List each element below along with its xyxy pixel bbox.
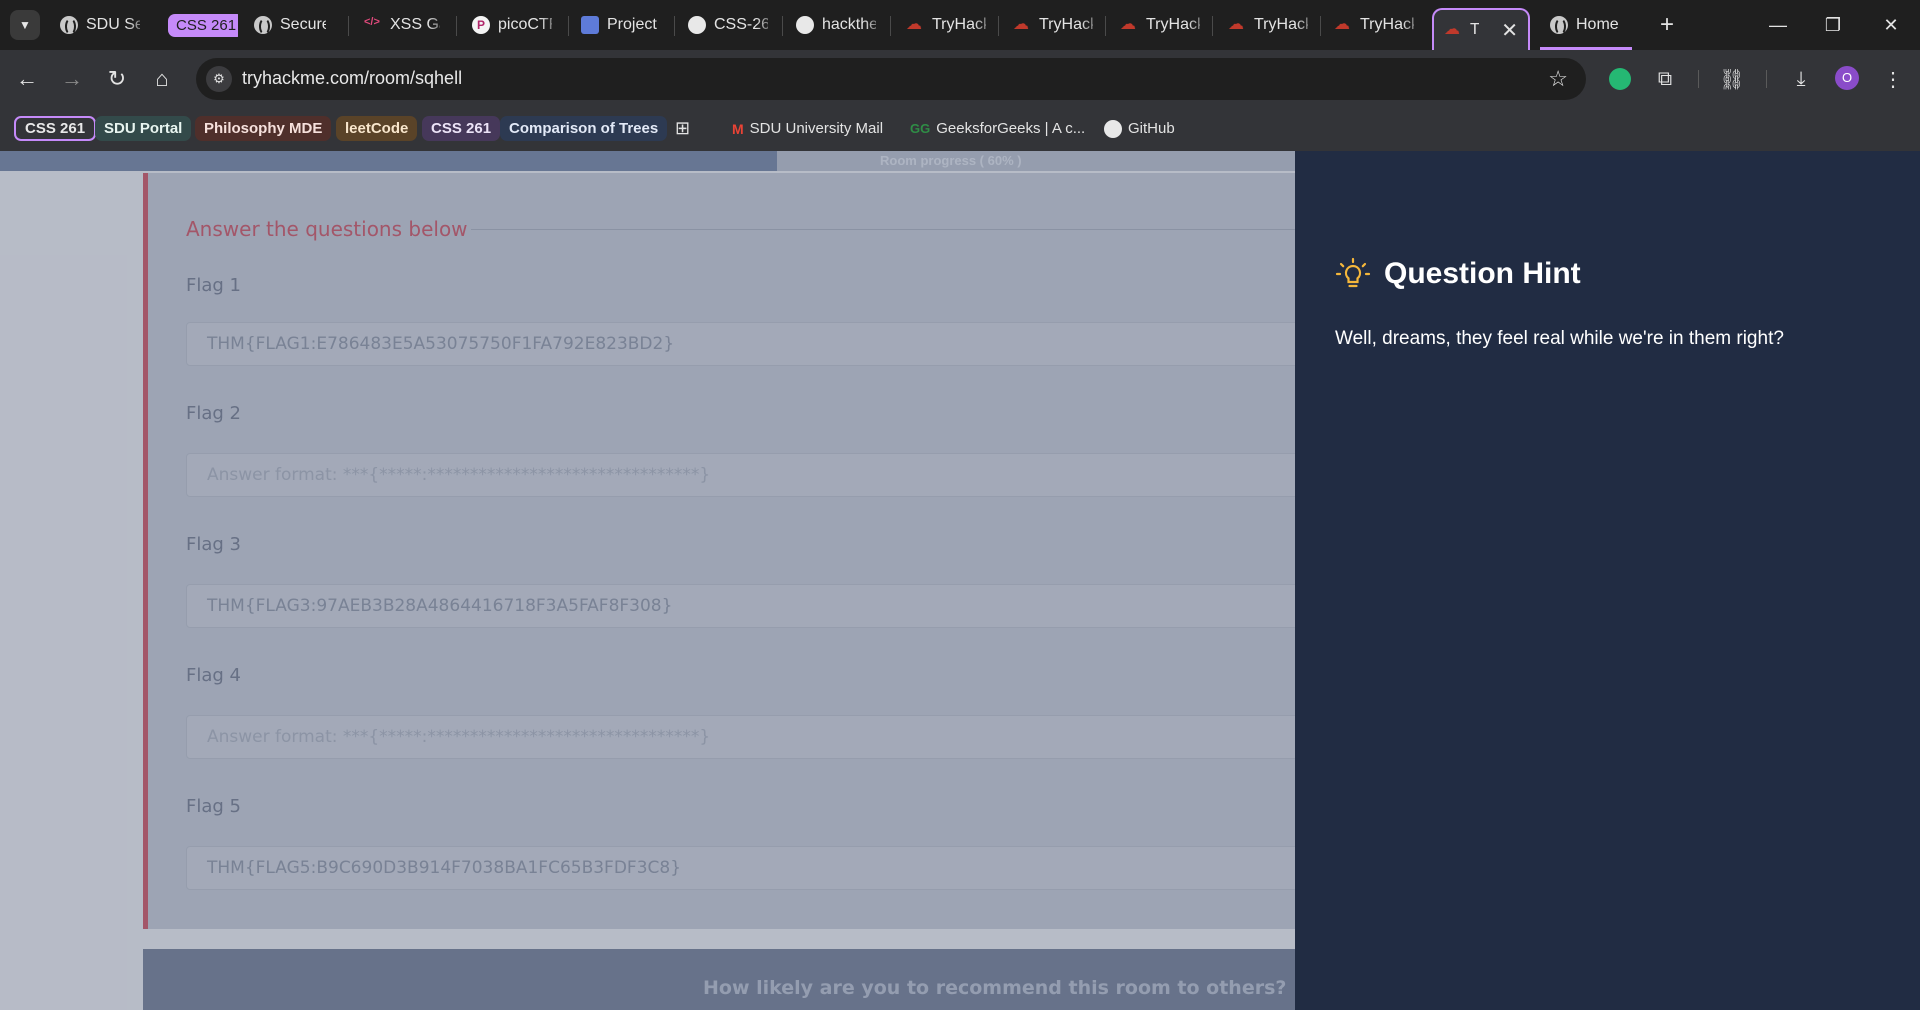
tab-css-26[interactable]: CSS-26	[678, 8, 778, 42]
home-icon[interactable]: ⌂	[145, 62, 179, 96]
tab-search-button[interactable]: ▼	[10, 10, 40, 40]
bookmark-philosophy-mde[interactable]: Philosophy MDE	[195, 115, 332, 142]
globe-icon	[254, 16, 272, 35]
new-tab-button[interactable]: +	[1652, 10, 1682, 40]
tryhackme-icon: ☁	[1444, 21, 1460, 38]
download-icon[interactable]: ⤓	[1784, 62, 1818, 96]
bookmark-sdu-mail[interactable]: M SDU University Mail	[732, 115, 883, 142]
chevron-down-icon: ▼	[19, 18, 31, 32]
gmail-icon: M	[732, 120, 744, 137]
tryhackme-icon: ☁	[1228, 16, 1244, 33]
tab-picoctf[interactable]: P picoCTF	[462, 8, 562, 42]
bookmark-label: Comparison of Trees	[500, 116, 668, 141]
tab-strip: ▼ SDU Se CSS 261 Secure </> XSS Ga P pic…	[0, 0, 1920, 50]
tab-tryhackme-active[interactable]: ☁ Try ✕	[1432, 8, 1530, 50]
forward-icon[interactable]: →	[55, 62, 89, 96]
address-bar[interactable]: ⚙ tryhackme.com/room/sqhell ☆	[196, 58, 1586, 100]
back-icon[interactable]: ←	[10, 62, 44, 96]
globe-icon	[60, 16, 78, 35]
bookmarks-bar: CSS 261 SDU Portal Philosophy MDE leetCo…	[0, 108, 1920, 248]
tryhackme-icon: ☁	[906, 16, 922, 33]
restore-icon[interactable]: ❐	[1810, 6, 1856, 44]
tab-label: Home	[1576, 16, 1619, 33]
tryhackme-icon: ☁	[1013, 16, 1029, 33]
bookmark-label: leetCode	[336, 116, 418, 141]
minimize-icon[interactable]: —	[1755, 6, 1801, 44]
extension-green-icon[interactable]	[1603, 62, 1637, 96]
tab-xss-game[interactable]: </> XSS Ga	[354, 8, 450, 42]
question-hint-panel: Question Hint Well, dreams, they feel re…	[1295, 151, 1920, 1010]
bookmark-label: SDU University Mail	[749, 120, 884, 137]
reload-icon[interactable]: ↻	[100, 62, 134, 96]
bookmark-label: CSS 261	[422, 116, 501, 141]
hint-text: Well, dreams, they feel real while we're…	[1335, 328, 1784, 349]
hint-title: Question Hint	[1384, 257, 1581, 290]
menu-kebab-icon[interactable]: ⋮	[1876, 62, 1910, 96]
bookmark-css261[interactable]: CSS 261	[422, 115, 501, 142]
tryhackme-icon: ☁	[1120, 16, 1136, 33]
site-info-icon[interactable]: ⚙	[206, 66, 232, 92]
apps-grid-button[interactable]: ⊞	[675, 115, 690, 142]
close-icon[interactable]: ✕	[1501, 18, 1518, 43]
bookmark-star-icon[interactable]: ☆	[1548, 66, 1568, 92]
tab-project[interactable]: Project	[571, 8, 671, 42]
bookmark-leetcode[interactable]: leetCode	[336, 115, 418, 142]
modal-backdrop[interactable]	[0, 151, 1295, 1010]
tab-tryhackme-1[interactable]: ☁ TryHack	[896, 8, 996, 42]
bookmark-label: GitHub	[1128, 120, 1175, 137]
tab-hackthebox[interactable]: hackthe	[786, 8, 886, 42]
tab-tryhackme-5[interactable]: ☁ TryHack	[1324, 8, 1424, 42]
tab-sdu[interactable]: SDU Se	[50, 8, 150, 42]
project-icon	[581, 16, 599, 34]
profile-avatar[interactable]: O	[1835, 66, 1859, 90]
tryhackme-icon: ☁	[1334, 16, 1350, 33]
url-text[interactable]: tryhackme.com/room/sqhell	[242, 68, 462, 89]
apps-grid-icon: ⊞	[675, 118, 691, 138]
bookmark-label: GeeksforGeeks | A c...	[936, 120, 1086, 137]
bookmark-geeksforgeeks[interactable]: GG GeeksforGeeks | A c...	[910, 115, 1085, 142]
tab-tryhackme-4[interactable]: ☁ TryHack	[1218, 8, 1318, 42]
extensions-puzzle-icon[interactable]: ⧉	[1648, 62, 1682, 96]
tab-home[interactable]: Home	[1540, 8, 1644, 42]
bookmark-label: CSS 261	[14, 116, 97, 141]
globe-icon	[1550, 16, 1568, 35]
bookmark-label: Philosophy MDE	[195, 116, 332, 141]
tab-group-css261[interactable]: CSS 261	[158, 8, 238, 42]
bookmark-github[interactable]: GitHub	[1104, 115, 1175, 142]
tab-label: Try	[1470, 21, 1480, 38]
picoctf-icon: P	[472, 16, 490, 34]
lightbulb-icon	[1335, 257, 1371, 288]
xss-icon: </>	[364, 16, 380, 28]
link-icon[interactable]: ⛓	[1715, 62, 1749, 96]
bookmark-label: SDU Portal	[95, 116, 192, 141]
tab-label: Project	[607, 16, 657, 33]
bookmark-sdu-portal[interactable]: SDU Portal	[95, 115, 192, 142]
geeksforgeeks-icon: GG	[910, 121, 931, 136]
tab-tryhackme-2[interactable]: ☁ TryHack	[1003, 8, 1103, 42]
bookmark-css261-group[interactable]: CSS 261	[14, 115, 97, 142]
tab-group-label: CSS 261	[168, 13, 238, 37]
bookmark-comparison-of-trees[interactable]: Comparison of Trees	[500, 115, 668, 142]
github-icon	[1104, 119, 1122, 138]
tab-tryhackme-3[interactable]: ☁ TryHack	[1110, 8, 1210, 42]
tab-label: Secure	[280, 16, 326, 33]
github-icon	[796, 16, 814, 34]
browser-toolbar: ← → ↻ ⌂ ⚙ tryhackme.com/room/sqhell ☆ ⧉ …	[0, 50, 1920, 108]
room-page: Room progress ( 60% ) Answer the questio…	[0, 151, 1295, 1010]
tab-secure[interactable]: Secure	[244, 8, 336, 42]
window-close-icon[interactable]: ✕	[1868, 6, 1914, 44]
github-icon	[688, 16, 706, 34]
